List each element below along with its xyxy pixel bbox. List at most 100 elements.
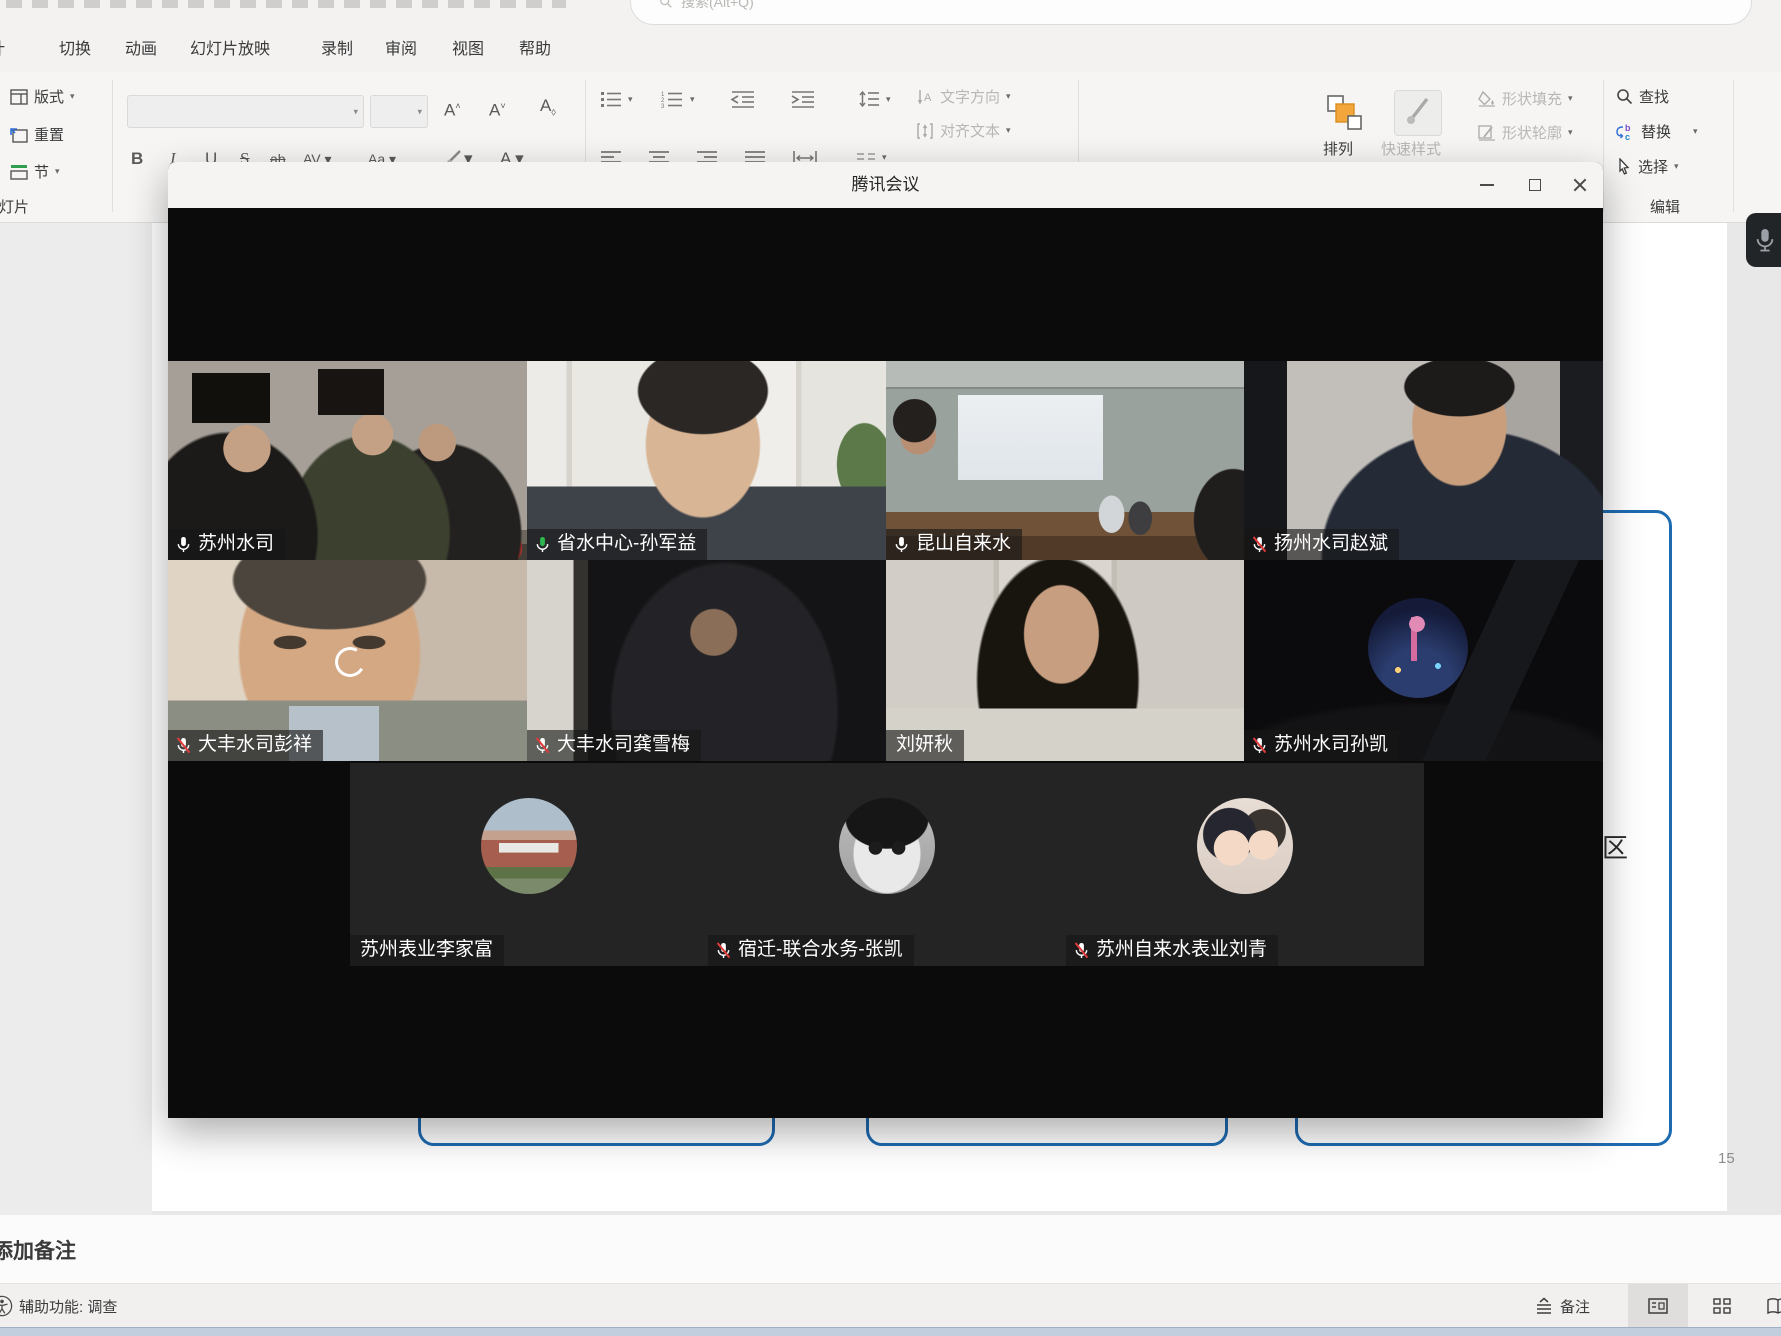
video-tile-kunshan[interactable]: 昆山自来水 <box>886 361 1244 560</box>
slide-thumbnail-panel[interactable] <box>0 223 152 1287</box>
editing-group-label: 编辑 <box>1650 196 1680 217</box>
reset-slide-button[interactable]: 重置 <box>10 124 64 145</box>
bullets-button[interactable]: ▾ <box>600 90 633 108</box>
minimize-button[interactable] <box>1473 171 1501 199</box>
line-spacing-button[interactable]: ▾ <box>856 90 891 108</box>
book-icon <box>1766 1297 1781 1315</box>
arrange-button[interactable] <box>1322 92 1370 132</box>
floating-mic-button[interactable] <box>1746 213 1781 267</box>
decrease-indent-button[interactable] <box>730 90 756 108</box>
menu-design[interactable]: 设计 <box>0 27 5 72</box>
normal-view-icon <box>1647 1297 1669 1315</box>
svg-text:c: c <box>1625 132 1630 141</box>
quick-styles-button[interactable] <box>1394 90 1442 136</box>
menu-slideshow[interactable]: 幻灯片放映 <box>190 27 270 72</box>
maximize-icon <box>1529 179 1541 191</box>
layout-icon <box>10 89 28 105</box>
notes-toggle-button[interactable]: 备注 <box>1534 1284 1590 1328</box>
notes-icon <box>1534 1297 1554 1315</box>
find-button[interactable]: 查找 <box>1616 86 1669 107</box>
mic-active-icon <box>533 535 552 554</box>
participant-label: 宿迁-联合水务-张凯 <box>708 935 914 966</box>
text-direction-icon: A <box>916 88 934 106</box>
video-tile-liu-yanqiu[interactable]: 刘妍秋 <box>886 560 1244 761</box>
numbering-button[interactable]: 123 ▾ <box>660 90 695 108</box>
font-name-select[interactable]: ▾ <box>127 95 364 128</box>
replace-button[interactable]: b c 替换▾ <box>1616 121 1698 142</box>
video-tile-zhao-bin[interactable]: 扬州水司赵斌 <box>1244 361 1603 560</box>
menu-animations[interactable]: 动画 <box>125 27 157 72</box>
shape-fill-icon <box>1478 91 1496 107</box>
slide-partial-text: 区 <box>1602 828 1628 865</box>
avatar <box>481 798 577 894</box>
mic-muted-icon <box>174 736 193 755</box>
align-text-button[interactable]: 对齐文本▾ <box>916 120 1011 141</box>
mic-muted-icon <box>714 941 733 960</box>
video-tile-gong-xuemei[interactable]: 大丰水司龚雪梅 <box>527 560 886 761</box>
cursor-icon <box>1616 158 1632 176</box>
arrange-icon <box>1324 92 1364 132</box>
bold-button[interactable]: B <box>131 145 143 173</box>
line-spacing-icon <box>856 90 880 108</box>
video-tile-suzhou-shuisi[interactable]: 苏州水司 <box>168 361 527 560</box>
participant-name: 大丰水司彭祥 <box>198 733 312 757</box>
increase-indent-button[interactable] <box>790 90 816 108</box>
video-tile-sun-junyi[interactable]: 省水中心-孙军益 <box>527 361 886 560</box>
accessibility-status[interactable]: 辅助功能: 调查 <box>0 1284 117 1328</box>
align-text-icon <box>916 122 934 140</box>
slide-page-number: 15 <box>1718 1150 1735 1167</box>
participant-name: 昆山自来水 <box>916 532 1011 556</box>
participant-name: 苏州自来水表业刘青 <box>1096 938 1267 962</box>
menu-record[interactable]: 录制 <box>321 27 353 72</box>
participant-label: 省水中心-孙军益 <box>527 529 707 560</box>
document-title-clipped <box>6 0 566 8</box>
menu-help[interactable]: 帮助 <box>519 27 551 72</box>
text-direction-button[interactable]: A 文字方向▾ <box>916 86 1011 107</box>
normal-view-button[interactable] <box>1628 1284 1688 1327</box>
menu-view[interactable]: 视图 <box>452 27 484 72</box>
numbering-icon: 123 <box>660 90 684 108</box>
slide-sorter-view-button[interactable] <box>1696 1284 1748 1327</box>
notes-placeholder[interactable]: 添加备注 <box>0 1235 76 1265</box>
participant-name: 苏州水司 <box>198 532 274 556</box>
close-icon <box>1573 178 1587 192</box>
decrease-indent-icon <box>730 90 756 108</box>
taskbar-edge <box>0 1327 1781 1336</box>
video-tile-zhang-kai[interactable]: 宿迁-联合水务-张凯 <box>708 763 1066 966</box>
notes-pane[interactable]: 添加备注 <box>0 1215 1781 1283</box>
close-button[interactable] <box>1566 171 1594 199</box>
notes-button-label: 备注 <box>1560 1296 1590 1317</box>
participant-name: 宿迁-联合水务-张凯 <box>738 938 903 962</box>
layout-button[interactable]: 版式▾ <box>10 86 75 107</box>
bullets-icon <box>600 90 622 108</box>
search-placeholder: 搜索(Alt+Q) <box>681 0 754 12</box>
font-size-select[interactable]: ▾ <box>370 95 428 128</box>
arrange-label[interactable]: 排列 <box>1323 138 1353 159</box>
menu-transitions[interactable]: 切换 <box>59 27 91 72</box>
meeting-window[interactable]: 腾讯会议 苏州水司 省水中心-孙军益 <box>168 162 1603 1118</box>
quick-styles-label[interactable]: 快速样式 <box>1381 138 1441 159</box>
clear-format-button[interactable]: A◊ <box>540 92 556 120</box>
participant-label: 苏州自来水表业刘青 <box>1066 935 1278 966</box>
reading-view-button[interactable] <box>1758 1284 1781 1327</box>
section-button[interactable]: 节▾ <box>10 161 60 182</box>
search-box[interactable]: 搜索(Alt+Q) <box>630 0 1752 25</box>
shape-fill-button[interactable]: 形状填充▾ <box>1478 88 1573 109</box>
grow-font-button[interactable]: A˄ <box>444 92 461 120</box>
participant-label: 苏州水司 <box>168 529 285 560</box>
shape-outline-icon <box>1478 125 1496 141</box>
microphone-icon <box>1754 225 1776 255</box>
shape-outline-button[interactable]: 形状轮廓▾ <box>1478 122 1573 143</box>
video-tile-peng-xiang[interactable]: 大丰水司彭祥 <box>168 560 527 761</box>
shrink-font-button[interactable]: A˅ <box>489 92 506 120</box>
video-tile-liu-qing[interactable]: 苏州自来水表业刘青 <box>1066 763 1424 966</box>
select-button[interactable]: 选择▾ <box>1616 156 1679 177</box>
meeting-titlebar[interactable]: 腾讯会议 <box>168 162 1603 208</box>
participant-label: 大丰水司彭祥 <box>168 730 323 761</box>
participant-name: 苏州水司孙凯 <box>1274 733 1388 757</box>
app-titlebar: 搜索(Alt+Q) <box>0 0 1781 27</box>
video-tile-li-jiafu[interactable]: 苏州表业李家富 <box>350 763 708 966</box>
maximize-button[interactable] <box>1521 171 1549 199</box>
video-tile-sun-kai[interactable]: 苏州水司孙凯 <box>1244 560 1603 761</box>
menu-review[interactable]: 审阅 <box>385 27 417 72</box>
